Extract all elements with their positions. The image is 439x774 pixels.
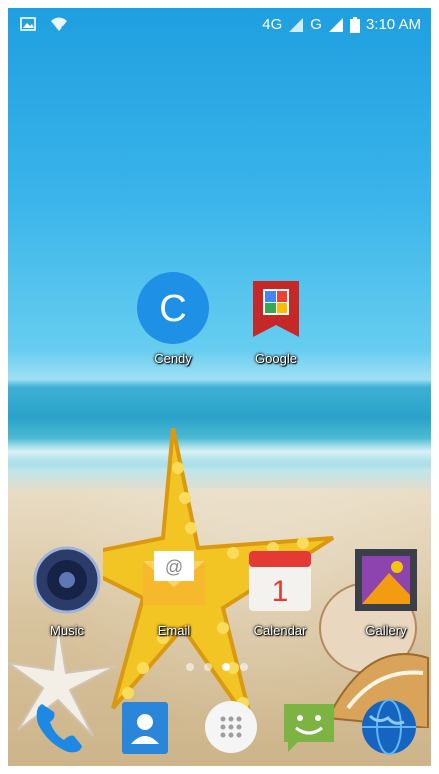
page-dot-active[interactable] [222, 663, 230, 671]
app-label: Calendar [253, 623, 307, 638]
dock-phone[interactable] [26, 696, 92, 758]
app-label: Music [50, 623, 84, 638]
page-dot[interactable] [204, 663, 212, 671]
app-email[interactable]: @ Email [132, 543, 216, 638]
wifi-icon: ? [51, 17, 67, 32]
battery-icon [349, 16, 360, 33]
svg-text:?: ? [61, 26, 65, 32]
network-type-1: 4G [262, 16, 283, 33]
app-cendy[interactable]: C Cendy [131, 271, 215, 366]
app-calendar[interactable]: 1 Calendar [238, 543, 322, 638]
page-dot[interactable] [186, 663, 194, 671]
home-screen: ? 4G G 3:10 AM C Cendy Google Music @ Em… [8, 8, 431, 766]
speaker-icon [30, 543, 104, 617]
svg-text:C: C [159, 288, 186, 330]
messaging-icon [278, 696, 340, 758]
contacts-icon [114, 696, 176, 758]
browser-globe-icon [358, 696, 420, 758]
google-folder-icon [239, 271, 313, 345]
email-icon: @ [137, 543, 211, 617]
svg-text:@: @ [165, 557, 183, 577]
app-music[interactable]: Music [25, 543, 109, 638]
status-bar: ? 4G G 3:10 AM [8, 8, 431, 44]
app-label: Email [157, 623, 191, 638]
app-label: Cendy [154, 351, 192, 366]
app-label: Gallery [365, 623, 407, 638]
app-drawer-icon [200, 696, 262, 758]
network-type-2: G [310, 16, 322, 33]
dock-browser[interactable] [356, 696, 422, 758]
app-gallery[interactable]: Gallery [344, 543, 428, 638]
dock-messaging[interactable] [276, 696, 342, 758]
dock-contacts[interactable] [112, 696, 178, 758]
page-dot[interactable] [240, 663, 248, 671]
image-notification-icon [20, 17, 36, 31]
app-label: Google [255, 351, 297, 366]
signal-icon [328, 17, 343, 32]
clock: 3:10 AM [365, 16, 421, 33]
gallery-icon [349, 543, 423, 617]
signal-icon [289, 17, 304, 32]
app-google[interactable]: Google [234, 271, 318, 366]
dock-app-drawer[interactable] [198, 696, 264, 758]
page-indicator [186, 663, 248, 671]
contact-c-icon: C [136, 271, 210, 345]
calendar-icon: 1 [243, 543, 317, 617]
svg-text:1: 1 [272, 575, 289, 608]
phone-icon [28, 696, 90, 758]
